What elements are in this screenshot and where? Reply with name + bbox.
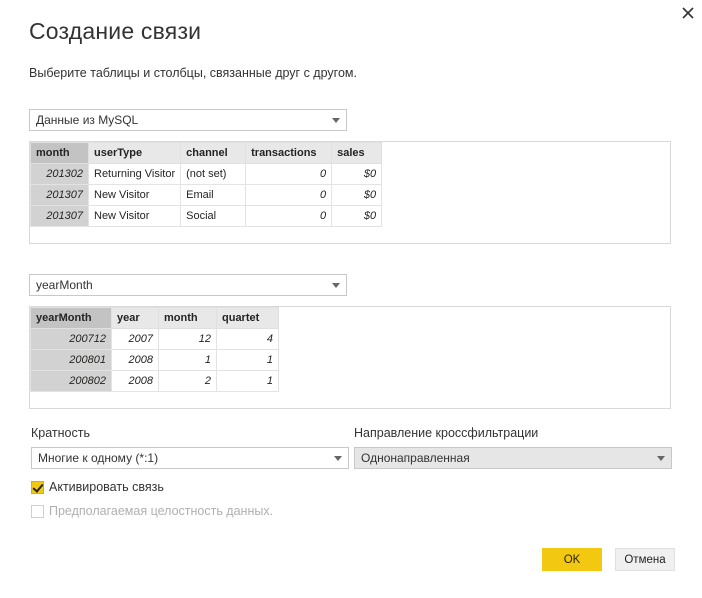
table2-select[interactable]: yearMonth <box>29 274 347 296</box>
table-row: 200801 2008 1 1 <box>30 349 279 371</box>
crossfilter-label: Направление кроссфильтрации <box>354 426 539 440</box>
table1-col-channel[interactable]: channel <box>180 142 247 164</box>
table-cell: 1 <box>216 370 279 392</box>
table-row: 200712 2007 12 4 <box>30 328 279 350</box>
cardinality-label: Кратность <box>31 426 90 440</box>
table2-select-value: yearMonth <box>36 278 93 292</box>
table2-grid: yearMonth year month quartet 200712 2007… <box>30 307 279 392</box>
table-cell: 201302 <box>30 163 89 185</box>
table-row: 201307 New Visitor Email 0 $0 <box>30 184 383 206</box>
table2-col-month[interactable]: month <box>158 307 217 329</box>
chevron-down-icon <box>332 118 340 123</box>
table-cell: Email <box>180 184 247 206</box>
table-row: 201302 Returning Visitor (not set) 0 $0 <box>30 163 383 185</box>
table-cell: (not set) <box>180 163 247 185</box>
table-row: 201307 New Visitor Social 0 $0 <box>30 205 383 227</box>
activate-relationship-checkbox[interactable] <box>31 481 44 494</box>
table-cell: 200802 <box>30 370 112 392</box>
table-cell: 2007 <box>111 328 159 350</box>
table-cell: 4 <box>216 328 279 350</box>
referential-integrity-label: Предполагаемая целостность данных. <box>49 504 274 518</box>
table1-col-sales[interactable]: sales <box>331 142 383 164</box>
table1-col-usertype[interactable]: userType <box>87 142 182 164</box>
table1-col-transactions[interactable]: transactions <box>245 142 333 164</box>
table-cell: 2008 <box>111 370 159 392</box>
dialog-subtitle: Выберите таблицы и столбцы, связанные др… <box>29 66 357 80</box>
table-cell: 200801 <box>30 349 112 371</box>
chevron-down-icon <box>332 283 340 288</box>
table-cell: 201307 <box>30 205 89 227</box>
cardinality-select[interactable]: Многие к одному (*:1) <box>31 447 349 469</box>
table-cell: 12 <box>158 328 217 350</box>
table-cell: 0 <box>245 184 333 206</box>
table-cell: 0 <box>245 163 333 185</box>
table-cell: 201307 <box>30 184 89 206</box>
table1-grid: month userType channel transactions sale… <box>30 142 383 227</box>
table2-col-yearmonth[interactable]: yearMonth <box>30 307 112 329</box>
table1-col-month[interactable]: month <box>30 142 89 164</box>
table-cell: $0 <box>331 163 383 185</box>
table-row: 200802 2008 2 1 <box>30 370 279 392</box>
cancel-button[interactable]: Отмена <box>615 548 675 571</box>
table1-preview: month userType channel transactions sale… <box>29 141 671 244</box>
table-cell: 2008 <box>111 349 159 371</box>
ok-button[interactable]: OK <box>542 548 602 571</box>
crossfilter-select-value: Однонаправленная <box>361 451 470 465</box>
table-cell: 1 <box>216 349 279 371</box>
table-cell: Social <box>180 205 247 227</box>
close-button[interactable] <box>678 3 698 23</box>
table-cell: 1 <box>158 349 217 371</box>
table2-col-quartet[interactable]: quartet <box>216 307 279 329</box>
table-cell: 0 <box>245 205 333 227</box>
table1-select-value: Данные из MySQL <box>36 113 139 127</box>
table-cell: New Visitor <box>87 205 182 227</box>
table-cell: Returning Visitor <box>87 163 182 185</box>
table-cell: 200712 <box>30 328 112 350</box>
close-icon <box>682 7 694 19</box>
cardinality-select-value: Многие к одному (*:1) <box>38 451 159 465</box>
table-cell: $0 <box>331 184 383 206</box>
dialog-title: Создание связи <box>29 18 202 44</box>
chevron-down-icon <box>334 456 342 461</box>
crossfilter-select[interactable]: Однонаправленная <box>354 447 672 469</box>
table2-preview: yearMonth year month quartet 200712 2007… <box>29 306 671 409</box>
activate-relationship-label[interactable]: Активировать связь <box>49 480 164 494</box>
table-cell: New Visitor <box>87 184 182 206</box>
table-cell: 2 <box>158 370 217 392</box>
referential-integrity-checkbox <box>31 505 44 518</box>
table-cell: $0 <box>331 205 383 227</box>
chevron-down-icon <box>657 456 665 461</box>
table2-col-year[interactable]: year <box>111 307 159 329</box>
table1-select[interactable]: Данные из MySQL <box>29 109 347 131</box>
